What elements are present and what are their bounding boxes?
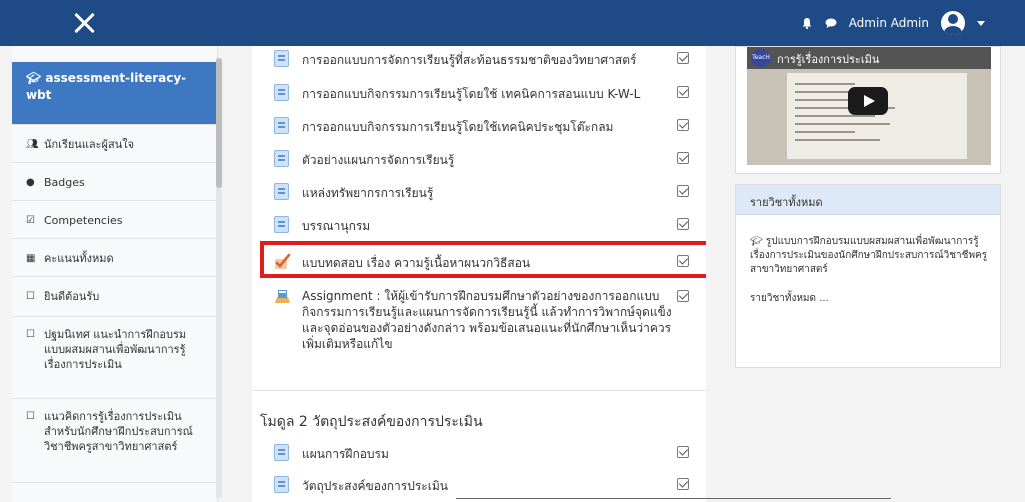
folder-icon: ☐ [26, 411, 35, 422]
sidebar-item-label: Badges [44, 176, 85, 189]
page-icon [274, 444, 289, 461]
activity-link[interactable]: วัตถุประสงค์ของการประเมิน [302, 477, 448, 496]
section-divider [252, 390, 706, 391]
video-player[interactable]: TeacH การรู้เรื่องการประเมิน [747, 47, 991, 165]
channel-logo: TeacH [751, 49, 771, 67]
completion-checkbox[interactable] [677, 86, 689, 98]
section-title: โมดูล 2 วัตถุประสงค์ของการประเมิน [260, 414, 483, 430]
page-icon [274, 50, 289, 67]
sidebar-item-module1[interactable]: ☐ แนวคิดการรู้เรื่องการประเมินสำหรับนักศ… [12, 398, 217, 482]
activity-link[interactable]: ตัวอย่างแผนการจัดการเรียนรู้ [302, 151, 454, 170]
activity-link[interactable]: บรรณานุกรม [302, 217, 370, 236]
course-content: การออกแบบการจัดการเรียนรู้ที่สะท้อนธรรมช… [252, 46, 706, 502]
sidebar-item-label: ปฐมนิเทศ แนะนำการฝึกอบรมแบบผสมผสานเพื่อพ… [44, 328, 187, 371]
page-icon [274, 183, 289, 200]
sidebar-item-label: แนวคิดการรู้เรื่องการประเมินสำหรับนักศึก… [44, 410, 193, 453]
bell-icon[interactable] [801, 17, 813, 29]
chat-icon[interactable] [825, 17, 837, 29]
activity-link[interactable]: แผนการฝึกอบรม [302, 445, 389, 464]
course-sidebar: 🎓︎ assessment-literacy-wbt 👥︎ นักเรียนแล… [12, 46, 218, 502]
folder-icon: ☐ [26, 291, 35, 302]
activity-assignment[interactable]: Assignment : ให้ผู้เข้ารับการฝึกอบรมศึกษ… [274, 288, 694, 358]
badge-icon: ● [26, 177, 35, 188]
user-menu-area: Admin Admin [801, 10, 985, 36]
completion-checkbox[interactable] [677, 478, 689, 490]
activity-link[interactable]: แบบทดสอบ เรื่อง ความรู้เนื้อหาผนวกวิธีสอ… [302, 254, 530, 273]
completion-checkbox[interactable] [677, 255, 689, 267]
quiz-icon [275, 253, 291, 269]
page-icon [274, 117, 289, 134]
video-title[interactable]: การรู้เรื่องการประเมิน [777, 50, 879, 68]
play-icon[interactable] [848, 87, 888, 115]
completion-checkbox[interactable] [677, 119, 689, 131]
activity-link[interactable]: การออกแบบกิจกรรมการเรียนรู้โดยใช้ เทคนิค… [302, 85, 640, 104]
table-icon: ▦ [26, 253, 36, 264]
page-icon [274, 216, 289, 233]
avatar[interactable] [941, 11, 965, 35]
horizontal-scrollbar[interactable] [456, 498, 891, 499]
video-block: TeacH การรู้เรื่องการประเมิน [735, 46, 1001, 174]
checkbox-icon: ☑ [26, 215, 35, 226]
course-name: assessment-literacy-wbt [26, 71, 187, 102]
completion-checkbox[interactable] [677, 152, 689, 164]
users-icon: 👥︎ [26, 139, 39, 150]
sidebar-item-label: Competencies [44, 214, 123, 227]
courses-block: รายวิชาทั้งหมด 🎓︎ รูปแบบการฝึกอบรมแบบผสม… [735, 184, 1001, 368]
sidebar-item-next[interactable] [12, 482, 217, 502]
sidebar-item-badges[interactable]: ● Badges [12, 162, 217, 200]
top-navbar: Admin Admin [0, 0, 1025, 46]
activity-link[interactable]: การออกแบบกิจกรรมการเรียนรู้โดยใช้เทคนิคป… [302, 118, 613, 137]
sidebar-item-orientation[interactable]: ☐ ปฐมนิเทศ แนะนำการฝึกอบรมแบบผสมผสานเพื่… [12, 316, 217, 398]
sidebar-item-course[interactable]: 🎓︎ assessment-literacy-wbt [12, 62, 217, 124]
video-thumbnail [787, 73, 967, 159]
activity-link[interactable]: Assignment : ให้ผู้เข้ารับการฝึกอบรมศึกษ… [302, 288, 682, 352]
sidebar-item-participants[interactable]: 👥︎ นักเรียนและผู้สนใจ [12, 124, 217, 162]
completion-checkbox[interactable] [677, 446, 689, 458]
assignment-icon [275, 290, 290, 303]
sidebar-item-label: คะแนนทั้งหมด [44, 252, 114, 265]
completion-checkbox[interactable] [677, 218, 689, 230]
sidebar-item-welcome[interactable]: ☐ ยินดีต้อนรับ [12, 276, 217, 316]
block-title: รายวิชาทั้งหมด [736, 185, 1000, 215]
sidebar-item-label: นักเรียนและผู้สนใจ [44, 138, 135, 151]
sidebar-item-competencies[interactable]: ☑ Competencies [12, 200, 217, 238]
user-name[interactable]: Admin Admin [849, 16, 929, 30]
sidebar-scrollbar-thumb[interactable] [216, 58, 222, 188]
graduation-cap-icon: 🎓︎ [26, 71, 42, 85]
sidebar-item-label: ยินดีต้อนรับ [44, 290, 100, 303]
graduation-cap-icon: 🎓︎ [750, 236, 763, 247]
completion-checkbox[interactable] [677, 52, 689, 64]
close-icon[interactable] [70, 9, 98, 37]
activity-link[interactable]: แหล่งทรัพยากรการเรียนรู้ [302, 184, 433, 203]
course-link-label[interactable]: รูปแบบการฝึกอบรมแบบผสมผสานเพื่อพัฒนาการร… [750, 236, 987, 275]
right-blocks: TeacH การรู้เรื่องการประเมิน รายวิชาทั้ง… [735, 46, 1001, 502]
page-icon [274, 150, 289, 167]
activity-link[interactable]: การออกแบบการจัดการเรียนรู้ที่สะท้อนธรรมช… [302, 51, 636, 70]
completion-checkbox[interactable] [677, 290, 689, 302]
course-link[interactable]: 🎓︎ รูปแบบการฝึกอบรมแบบผสมผสานเพื่อพัฒนาก… [750, 235, 988, 277]
completion-checkbox[interactable] [677, 185, 689, 197]
folder-icon: ☐ [26, 329, 35, 340]
video-title-bar: TeacH การรู้เรื่องการประเมิน [747, 47, 991, 69]
chevron-down-icon[interactable] [977, 20, 985, 26]
page-icon [274, 84, 289, 101]
sidebar-item-grades[interactable]: ▦ คะแนนทั้งหมด [12, 238, 217, 276]
page-icon [274, 476, 289, 493]
all-courses-link[interactable]: รายวิชาทั้งหมด ... [750, 291, 829, 306]
